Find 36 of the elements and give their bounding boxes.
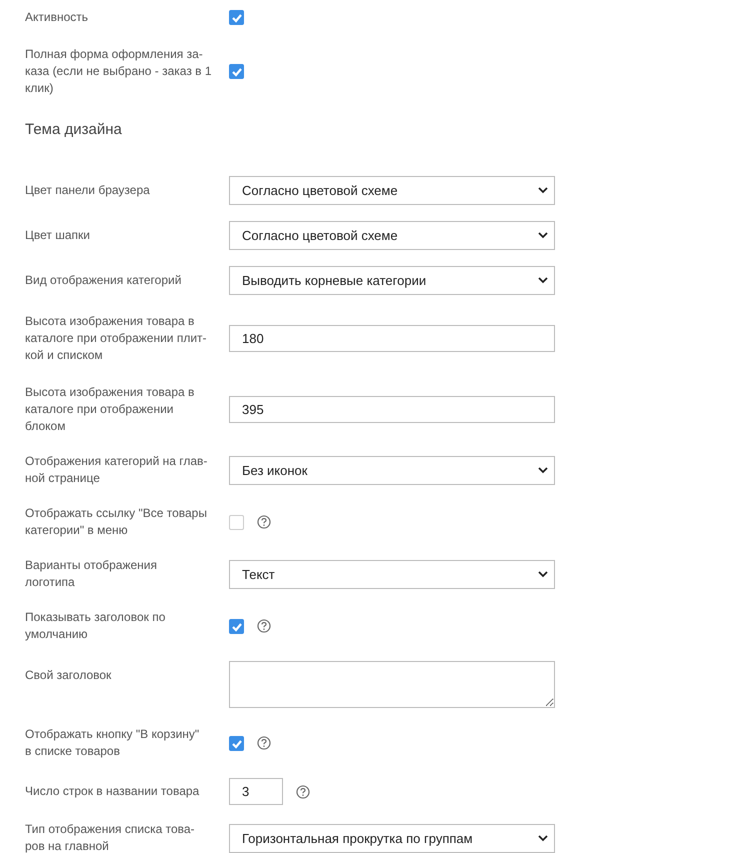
caret-icon[interactable]	[538, 277, 548, 284]
field-label: Отображать кнопку "В корзину" в списке товаров	[25, 726, 200, 760]
field-label: Варианты отображения логотипа	[25, 557, 158, 591]
field-label: Активность	[25, 9, 90, 26]
caret-icon[interactable]	[538, 570, 548, 578]
dropdown[interactable]: Согласно цветовой схеме	[229, 176, 555, 205]
caret-icon[interactable]	[538, 232, 548, 239]
field-label: Число строк в названии товара	[25, 783, 200, 800]
dropdown[interactable]: Выводить корневые категории	[229, 266, 555, 295]
dropdown[interactable]: Горизонтальная прокрутка по группам	[229, 824, 555, 852]
field-label: Высота изображения товара в каталоге при отображении плит- кой и списком	[25, 313, 208, 364]
field-label: Свой заголовок	[25, 667, 112, 684]
number-field[interactable]: 3	[229, 778, 283, 805]
caret-icon[interactable]	[538, 834, 548, 842]
checkbox[interactable]	[229, 514, 244, 530]
field-label: Отображать ссылку "Все товары категории" в меню	[25, 505, 208, 539]
field-label: Цвет панели браузера	[25, 182, 151, 199]
dropdown[interactable]: Согласно цветовой схеме	[229, 221, 555, 250]
help-icon[interactable]	[296, 784, 310, 798]
input-field[interactable]: 395	[229, 396, 555, 423]
help-icon[interactable]	[257, 619, 271, 633]
help-icon[interactable]	[257, 515, 271, 529]
section-title: Тема дизайна	[25, 120, 123, 140]
caret-icon[interactable]	[538, 187, 548, 194]
caret-icon[interactable]	[538, 466, 548, 474]
input-field[interactable]: 180	[229, 325, 555, 352]
field-label: Отображения категорий на глав- ной странице	[25, 453, 208, 487]
field-label: Вид отображения категорий	[25, 272, 182, 289]
field-label: Высота изображения товара в каталоге при отображении блоком	[25, 384, 196, 435]
field-label: Цвет шапки	[25, 227, 91, 244]
field-label: Тип отображения списка това- ров на главной	[25, 821, 196, 853]
dropdown[interactable]: Без иконок	[229, 456, 555, 484]
help-icon[interactable]	[257, 736, 271, 750]
field-label: Полная форма оформления за- каза (если не выбрано - заказ в 1 клик)	[25, 46, 213, 97]
field-label: Показывать заголовок по умолчанию	[25, 609, 166, 643]
dropdown[interactable]: Текст	[229, 560, 555, 588]
